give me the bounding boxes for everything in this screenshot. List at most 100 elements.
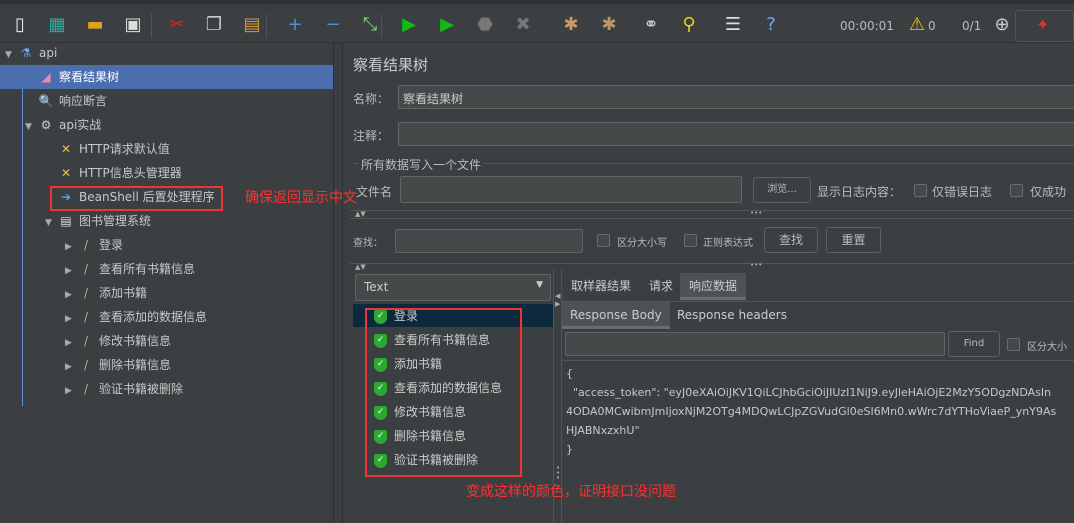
sampler-icon: / — [83, 358, 89, 372]
function-helper-icon[interactable]: ☰ — [722, 14, 744, 36]
thread-count: 0/1 — [962, 19, 982, 33]
annotation-box-beanshell — [50, 186, 223, 211]
regex-checkbox[interactable] — [684, 234, 697, 247]
errors-only-label: 仅错误日志 — [932, 185, 993, 199]
tree-item[interactable]: ✕ HTTP信息头管理器 — [45, 161, 182, 185]
tree-item[interactable]: ◢ 察看结果树 — [0, 65, 333, 89]
tree-item[interactable]: ▼ ▤ 图书管理系统 — [45, 209, 151, 233]
renderer-select[interactable]: Text ▼ — [355, 274, 551, 301]
tab-2[interactable]: 响应数据 — [680, 273, 747, 300]
help-icon[interactable]: ? — [760, 14, 782, 36]
tree-item-label: 添加书籍 — [99, 286, 148, 300]
expand-arrow-icon[interactable]: ▶ — [65, 235, 77, 259]
tree-item[interactable]: ▶ / 查看所有书籍信息 — [65, 257, 195, 281]
toolbar: ▯ ▦ ▬ ▣ ✂ ❐ ▤ + − ⤡ ▶ ▶ ⬣ ✖ ✱ ✱ ⚭ ⚲ ☰ ? … — [0, 0, 1074, 43]
tree-item[interactable]: ▶ / 查看添加的数据信息 — [65, 305, 207, 329]
subtab-0[interactable]: Response Body — [562, 302, 670, 329]
jmeter-logo-icon: ✦ — [1036, 15, 1050, 34]
tab-0[interactable]: 取样器结果 — [562, 273, 640, 300]
collapse-arrow-icon[interactable]: ▼ — [45, 211, 57, 235]
search-input[interactable] — [395, 229, 583, 253]
body-line: } — [566, 443, 573, 456]
assertion-icon: 🔍 — [38, 94, 54, 108]
expand-arrow-icon[interactable]: ▶ — [65, 355, 77, 379]
tree-item-label: HTTP请求默认值 — [79, 142, 170, 156]
sampler-icon: / — [83, 262, 89, 276]
comment-input[interactable] — [398, 122, 1074, 146]
open-icon[interactable]: ▬ — [84, 14, 106, 36]
expand-arrow-icon[interactable]: ▶ — [65, 307, 77, 331]
expand-arrow-icon[interactable]: ▶ — [65, 259, 77, 283]
find-button[interactable]: 查找 — [764, 227, 818, 253]
thread-group-icon: ⚙ — [40, 118, 52, 132]
case-sensitive-label: 区分大小写 — [617, 238, 667, 249]
tree-item-label: 响应断言 — [59, 94, 108, 108]
collapse-arrow-icon[interactable]: ▼ — [5, 43, 17, 67]
file-group-label: 所有数据写入一个文件 — [359, 156, 484, 173]
tree-item[interactable]: ▶ / 验证书籍被删除 — [65, 377, 183, 401]
errors-only-checkbox[interactable] — [914, 184, 927, 197]
clear-all-icon[interactable]: ✱ — [598, 14, 620, 36]
reset-search-icon[interactable]: ⚲ — [678, 14, 700, 36]
remote-icon[interactable]: ⊕ — [991, 14, 1013, 36]
save-icon[interactable]: ▣ — [122, 14, 144, 36]
expand-arrow-icon[interactable]: ▶ — [65, 379, 77, 403]
tab-1[interactable]: 请求 — [640, 273, 682, 300]
response-body[interactable]: { "access_token": "eyJ0eXAiOiJKV1QiLCJhb… — [566, 364, 1070, 459]
log-label: 显示日志内容： — [817, 185, 902, 199]
toggle-icon[interactable]: ⤡ — [359, 14, 381, 36]
controller-icon: ▤ — [60, 214, 72, 228]
new-icon[interactable]: ▯ — [9, 14, 31, 36]
filename-label: 文件名 — [356, 185, 393, 199]
response-case-label: 区分大小 — [1027, 342, 1067, 353]
tree-item[interactable]: ▶ / 修改书籍信息 — [65, 329, 171, 353]
copy-icon[interactable]: ❐ — [203, 14, 225, 36]
success-only-label: 仅成功 — [1030, 185, 1067, 199]
body-line: 4ODA0MCwibmJmIjoxNjM2OTg4MDQwLCJpZGVudGl… — [566, 405, 1057, 418]
tree-item[interactable]: ▼ ⚙ api实战 — [25, 113, 101, 137]
case-sensitive-checkbox[interactable] — [597, 234, 610, 247]
clear-icon[interactable]: ✱ — [560, 14, 582, 36]
browse-button[interactable]: 浏览... — [753, 177, 811, 203]
name-input[interactable]: 察看结果树 — [398, 85, 1074, 109]
sampler-icon: / — [83, 286, 89, 300]
logo-button[interactable]: ✦ — [1015, 10, 1074, 42]
tree-item[interactable]: 🔍 响应断言 — [25, 89, 108, 113]
filename-input[interactable] — [400, 176, 742, 203]
sampler-icon: / — [83, 238, 89, 252]
paste-icon[interactable]: ▤ — [241, 14, 263, 36]
annotation-note-1: 确保返回显示中文 — [245, 190, 357, 206]
expand-icon[interactable]: + — [284, 14, 306, 36]
collapse-arrow-icon[interactable]: ▼ — [25, 115, 37, 139]
shutdown-icon[interactable]: ✖ — [512, 14, 534, 36]
cut-icon[interactable]: ✂ — [166, 14, 188, 36]
tree-item[interactable]: ▶ / 登录 — [65, 233, 123, 257]
expand-arrow-icon[interactable]: ▶ — [65, 331, 77, 355]
tree-splitter[interactable] — [333, 43, 343, 523]
renderer-value: Text — [364, 280, 389, 294]
start-no-pause-icon[interactable]: ▶ — [436, 14, 458, 36]
tree-item[interactable]: ✕ HTTP请求默认值 — [45, 137, 170, 161]
collapse-icon[interactable]: − — [322, 14, 344, 36]
config-icon: ✕ — [60, 142, 72, 156]
tree-item-label: 察看结果树 — [59, 70, 120, 84]
tree-item[interactable]: ▼ ⚗ api — [5, 41, 57, 65]
response-find-button[interactable]: Find — [948, 331, 1000, 357]
sampler-icon: / — [83, 310, 89, 324]
tree-item-label: 图书管理系统 — [79, 214, 152, 228]
expand-arrow-icon[interactable]: ▶ — [65, 283, 77, 307]
tree-item[interactable]: ▶ / 删除书籍信息 — [65, 353, 171, 377]
response-search-input[interactable] — [565, 332, 945, 356]
response-case-checkbox[interactable] — [1007, 338, 1020, 351]
subtab-1[interactable]: Response headers — [669, 302, 795, 329]
tree-item[interactable]: ▶ / 添加书籍 — [65, 281, 147, 305]
templates-icon[interactable]: ▦ — [46, 14, 68, 36]
horizontal-splitter-2[interactable]: ▲▼ ••• — [350, 261, 1074, 271]
tree-item-label: 删除书籍信息 — [99, 358, 172, 372]
reset-button[interactable]: 重置 — [826, 227, 881, 253]
stop-icon[interactable]: ⬣ — [474, 14, 496, 36]
horizontal-splitter[interactable]: ▲▼ ••• — [350, 209, 1074, 219]
start-icon[interactable]: ▶ — [398, 14, 420, 36]
success-only-checkbox[interactable] — [1010, 184, 1023, 197]
search-icon[interactable]: ⚭ — [640, 14, 662, 36]
